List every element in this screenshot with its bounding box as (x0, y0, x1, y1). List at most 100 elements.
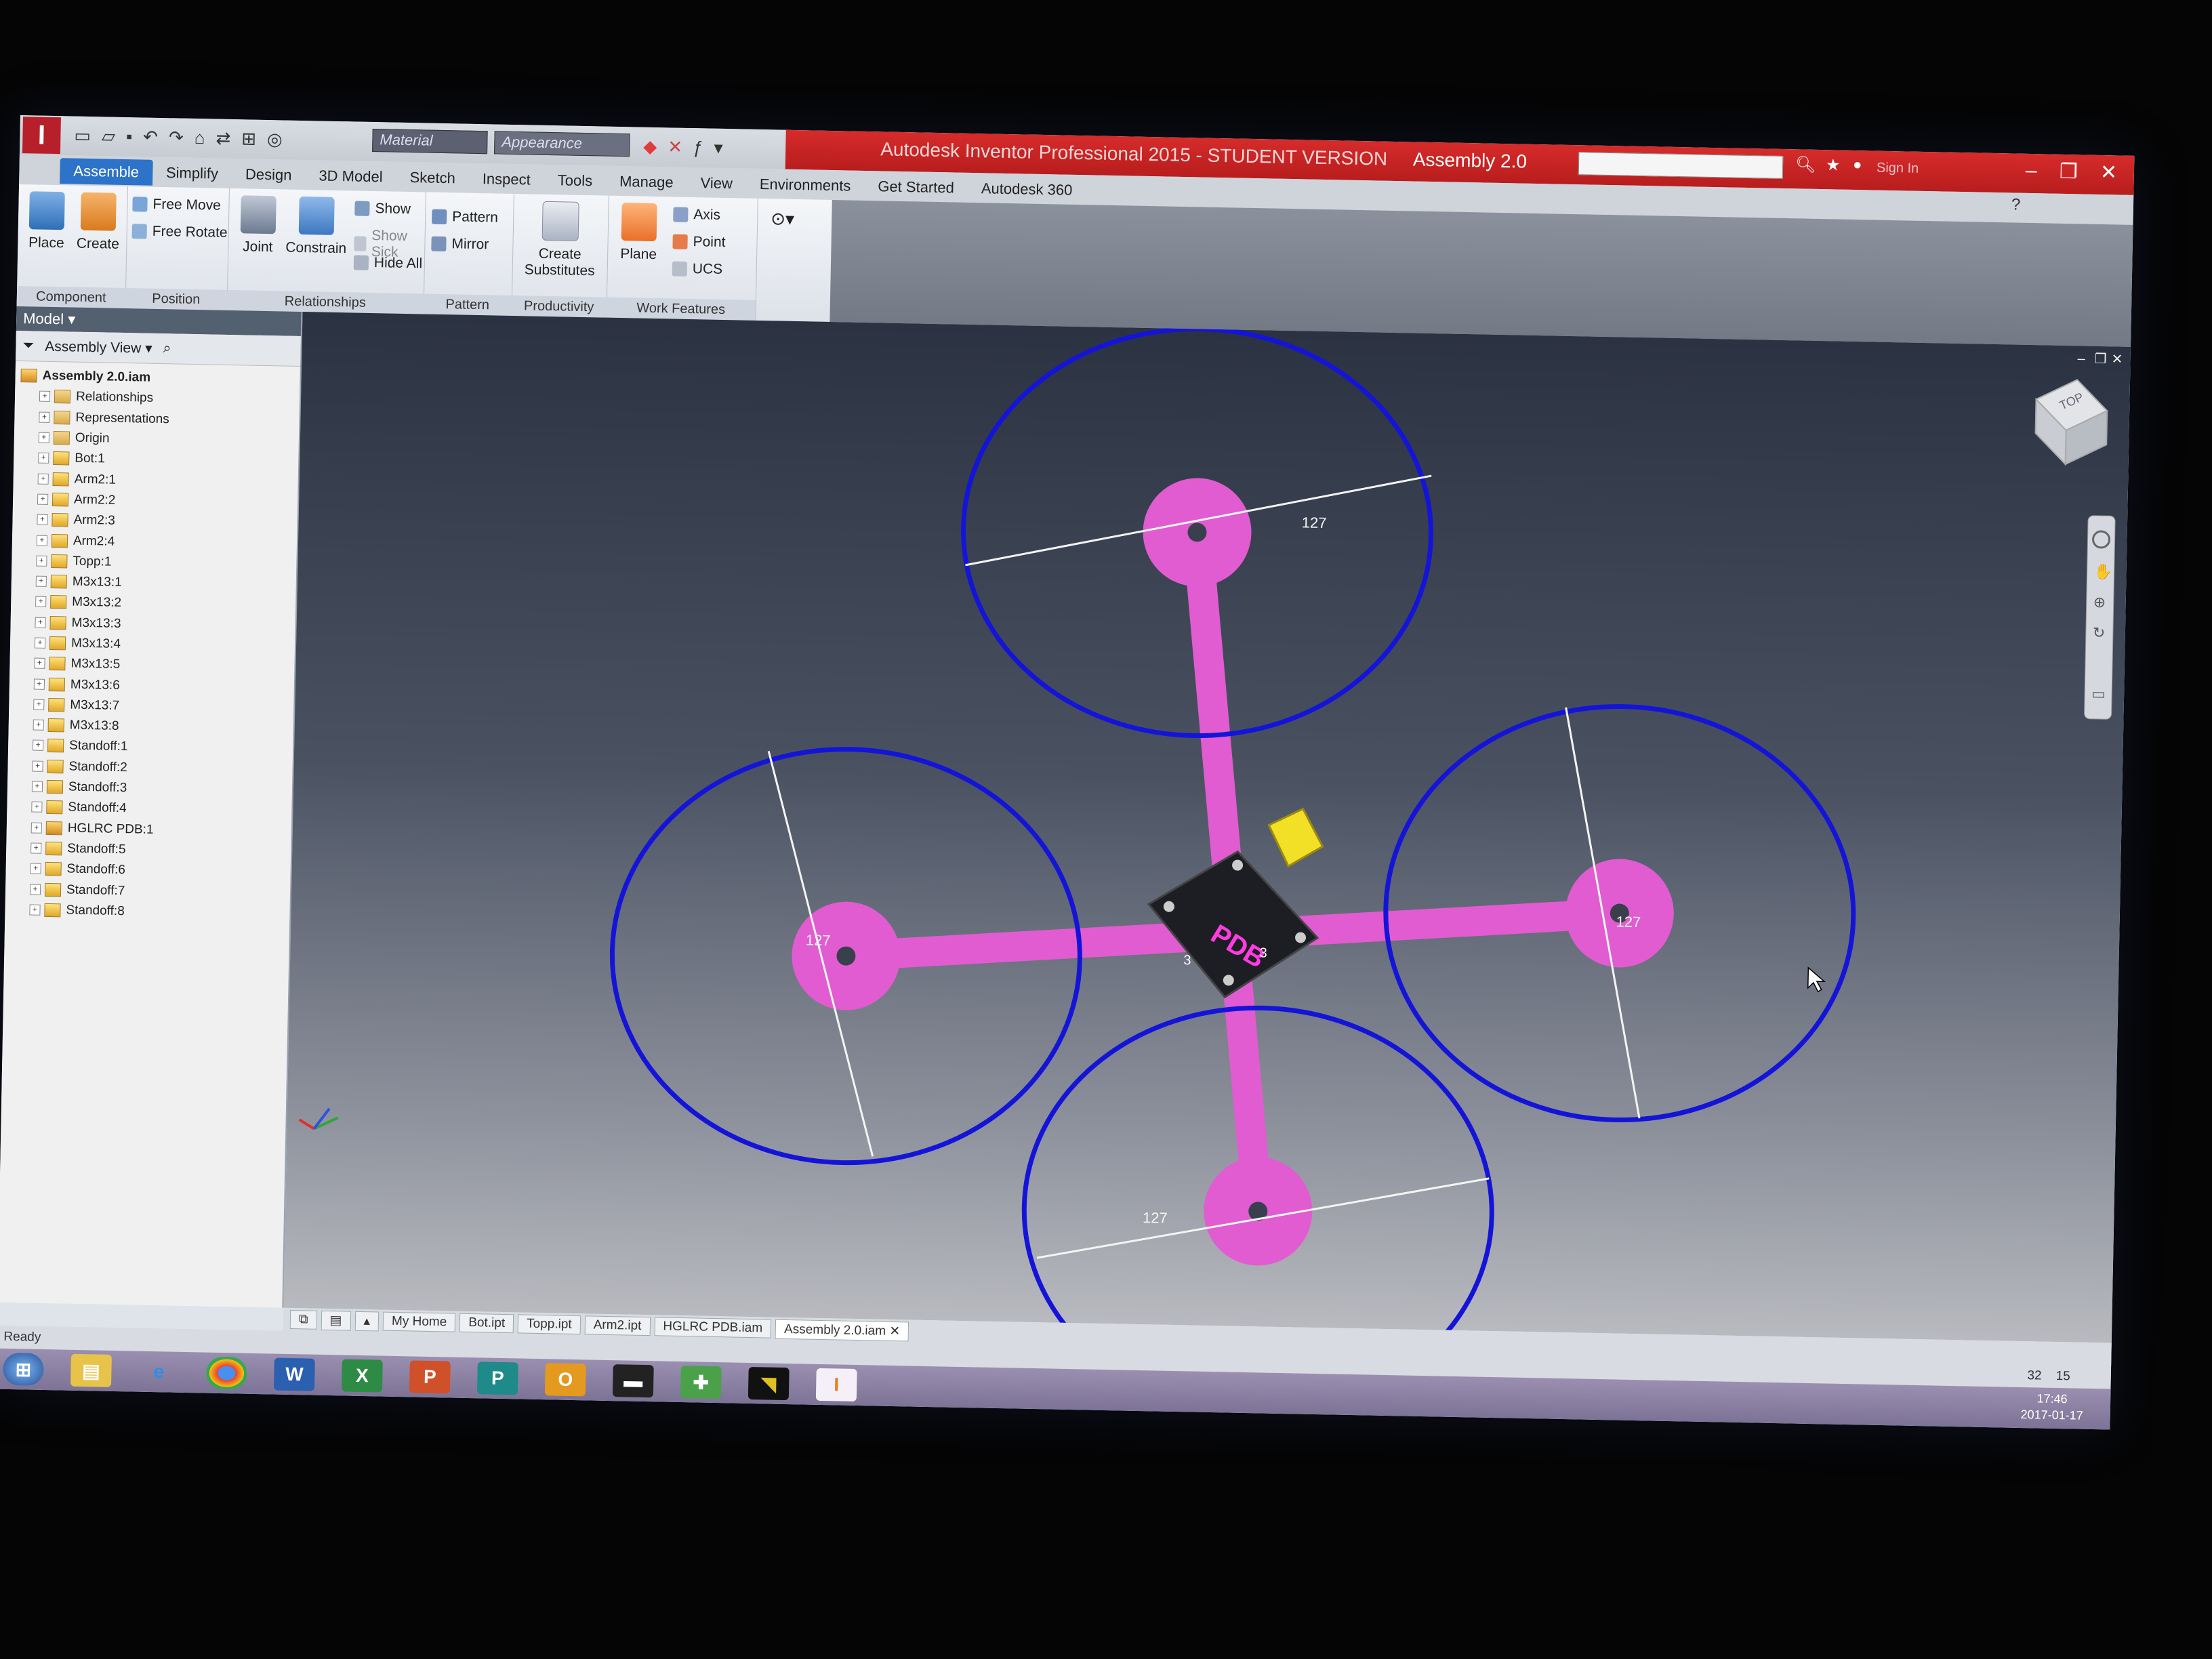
constrain-button[interactable]: Constrain (282, 196, 351, 257)
expand-icon[interactable]: + (32, 760, 43, 772)
expand-icon[interactable]: + (34, 637, 46, 649)
expand-icon[interactable]: + (39, 411, 50, 423)
expand-icon[interactable]: + (33, 719, 44, 731)
pattern-button[interactable]: Pattern (432, 209, 498, 226)
ribbon-more-icon[interactable]: ⊙▾ (771, 208, 794, 230)
undo-icon[interactable]: ↶ (143, 126, 158, 147)
show-button[interactable]: Show (354, 201, 411, 218)
tab-tools[interactable]: Tools (544, 167, 606, 194)
word-icon[interactable]: W (273, 1357, 315, 1391)
doc-tab-topp[interactable]: Topp.ipt (517, 1314, 581, 1335)
doc-tab-arm2[interactable]: Arm2.ipt (584, 1315, 651, 1336)
component-panel-label[interactable]: Component (16, 285, 126, 309)
expand-icon[interactable]: + (37, 493, 49, 505)
new-file-icon[interactable]: ▭ (74, 125, 91, 146)
filter-icon[interactable]: ⏷ (22, 337, 34, 354)
expand-icon[interactable]: + (31, 781, 43, 792)
place-button[interactable]: Place (19, 191, 75, 252)
expand-icon[interactable]: + (39, 391, 51, 403)
expand-icon[interactable]: + (37, 473, 49, 485)
find-icon[interactable]: ⌕ (163, 340, 171, 356)
expand-icon[interactable]: + (35, 596, 47, 608)
expand-icon[interactable]: + (38, 452, 49, 464)
expand-icon[interactable]: + (36, 535, 48, 546)
customize-icon[interactable]: ▾ (714, 137, 723, 158)
expand-icon[interactable]: + (33, 699, 45, 710)
point-button[interactable]: Point (672, 234, 726, 251)
viewport-close-icon[interactable]: ✕ (2111, 352, 2123, 367)
expand-icon[interactable]: + (34, 657, 45, 670)
expand-icon[interactable]: + (29, 884, 41, 895)
tab-design[interactable]: Design (232, 161, 306, 188)
tab-inspect[interactable]: Inspect (468, 166, 544, 193)
pan-icon[interactable]: ✋ (2093, 563, 2112, 581)
minimize-icon[interactable]: – (2026, 159, 2037, 182)
material-dropdown[interactable]: Material (372, 128, 488, 155)
publisher-icon[interactable]: P (476, 1361, 518, 1395)
doc-tab-hglrc-pdb[interactable]: HGLRC PDB.iam (654, 1317, 772, 1338)
look-at-icon[interactable]: ▭ (2091, 685, 2106, 702)
create-button[interactable]: Create (70, 192, 126, 253)
properties-icon[interactable]: ◎ (267, 128, 283, 149)
close-icon[interactable]: ✕ (2100, 161, 2118, 184)
excel-icon[interactable]: X (341, 1359, 383, 1393)
work-features-panel-label[interactable]: Work Features (606, 297, 756, 321)
inventor-taskbar-icon[interactable]: I (815, 1368, 857, 1402)
tile-windows-icon[interactable]: ⧉ (289, 1309, 317, 1330)
select-icon[interactable]: ⊞ (241, 128, 256, 149)
appearance-dropdown[interactable]: Appearance (494, 131, 630, 157)
help-icon[interactable]: ? (2011, 195, 2021, 214)
redo-icon[interactable]: ↷ (169, 127, 184, 148)
expand-icon[interactable]: + (33, 678, 45, 690)
graphics-viewport[interactable]: PDB 3 3 127 127 127 127 TOP ✋ ⊕ ↻ ▭ – ❐ … (283, 312, 2131, 1343)
user-icon[interactable]: ● (1853, 156, 1862, 173)
tab-sketch[interactable]: Sketch (396, 165, 469, 192)
doc-tab-my-home[interactable]: My Home (382, 1311, 456, 1332)
pattern-panel-label[interactable]: Pattern (423, 293, 512, 316)
productivity-panel-label[interactable]: Productivity (511, 295, 607, 318)
maps-app-icon[interactable]: ✚ (680, 1366, 722, 1399)
create-substitutes-button[interactable]: Create Substitutes (519, 201, 602, 279)
plane-button[interactable]: Plane (611, 203, 667, 264)
orbit-icon[interactable]: ↻ (2093, 624, 2106, 641)
maximize-icon[interactable]: ❐ (2060, 160, 2078, 184)
chrome-icon[interactable] (205, 1356, 247, 1390)
update-icon[interactable]: ⇄ (216, 127, 230, 148)
doc-tab-bot[interactable]: Bot.ipt (459, 1313, 514, 1334)
game-app-icon[interactable]: ◥ (747, 1366, 790, 1401)
expand-icon[interactable]: + (35, 575, 47, 587)
cascade-windows-icon[interactable]: ▤ (321, 1310, 351, 1331)
tabs-menu-icon[interactable]: ▴ (354, 1311, 380, 1331)
viewport-minimize-icon[interactable]: – (2077, 351, 2085, 366)
tab-get-started[interactable]: Get Started (864, 173, 968, 201)
tab-close-icon[interactable]: ✕ (889, 1324, 900, 1338)
save-icon[interactable]: ▪ (126, 126, 133, 147)
system-clock[interactable]: 17:46 2017-01-17 (2020, 1390, 2083, 1424)
expand-icon[interactable]: + (29, 904, 41, 916)
axis-button[interactable]: Axis (673, 207, 720, 224)
open-file-icon[interactable]: ▱ (102, 125, 116, 146)
expand-icon[interactable]: + (38, 432, 50, 443)
tab-3d-model[interactable]: 3D Model (305, 163, 396, 190)
expand-icon[interactable]: + (30, 842, 42, 854)
internet-explorer-icon[interactable]: e (138, 1355, 180, 1389)
expand-icon[interactable]: + (31, 801, 43, 813)
help-search-input[interactable] (1578, 152, 1784, 179)
search-icon[interactable]: 🔍︎ (1795, 155, 1816, 175)
fx-icon[interactable]: ƒ (693, 137, 703, 158)
free-move-button[interactable]: Free Move (132, 196, 221, 213)
position-panel-label[interactable]: Position (125, 288, 228, 310)
tab-manage[interactable]: Manage (606, 169, 687, 196)
tab-assemble[interactable]: Assemble (60, 158, 153, 186)
expand-icon[interactable]: + (30, 822, 42, 834)
sign-in-link[interactable]: Sign In (1877, 161, 1919, 177)
expand-icon[interactable]: + (30, 863, 41, 875)
assembly-view-dropdown[interactable]: Assembly View ▾ (45, 337, 152, 356)
clear-icon[interactable]: ✕ (668, 136, 682, 157)
expand-icon[interactable]: + (35, 617, 46, 628)
viewport-restore-icon[interactable]: ❐ (2094, 352, 2106, 367)
viewcube[interactable]: TOP (2034, 379, 2108, 466)
powerpoint-icon[interactable]: P (409, 1360, 451, 1394)
app-shortcut-icon[interactable]: ▬ (612, 1364, 654, 1398)
tab-view[interactable]: View (687, 170, 746, 197)
